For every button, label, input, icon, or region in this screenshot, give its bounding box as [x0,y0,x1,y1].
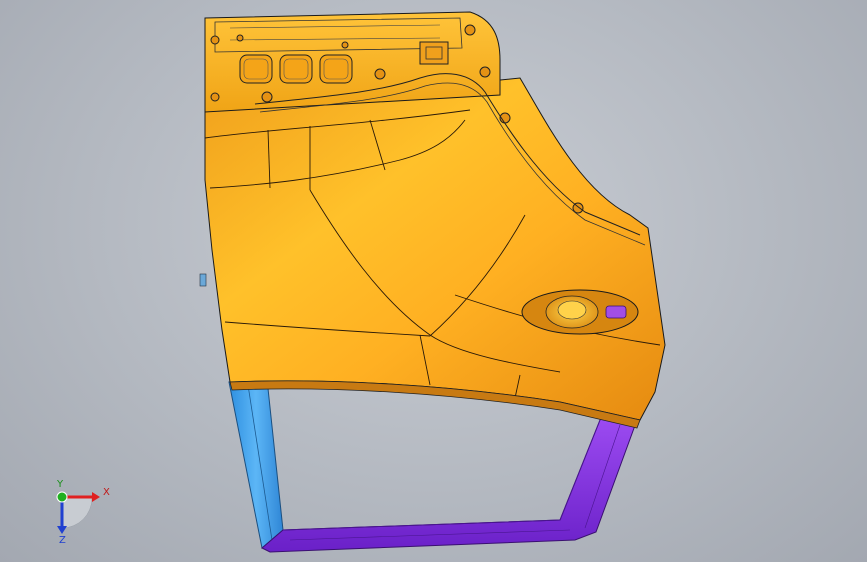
axis-triad[interactable] [56,491,100,534]
frame-bottom-rail [261,414,638,553]
z-axis-label: Z [59,535,66,546]
handle-latch [605,305,627,319]
frame-left-pillar [228,378,284,549]
door-outer-panel [204,77,666,421]
hinge-bracket [419,41,449,65]
door-panel-model[interactable] [0,0,867,562]
x-axis-label: X [103,487,110,498]
cad-viewport[interactable]: X Y Z [0,0,867,562]
y-axis-arrow [56,491,68,503]
y-axis-label: Y [57,479,64,490]
